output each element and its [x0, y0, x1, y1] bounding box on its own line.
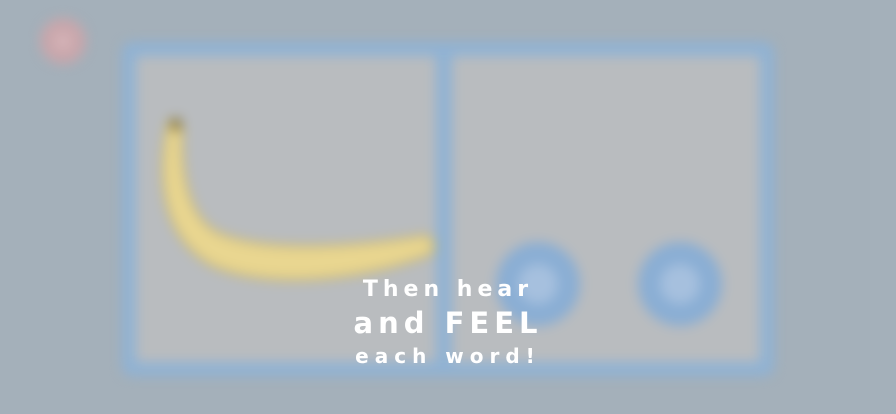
- tutorial-screen: × Then hear and FEEL each word!: [0, 0, 896, 414]
- close-button[interactable]: ×: [40, 18, 86, 64]
- caption-line-2: and FEEL: [353, 306, 543, 340]
- caption-line-1: Then hear: [362, 277, 534, 302]
- tutorial-caption: Then hear and FEEL each word!: [0, 274, 896, 372]
- banana-image: [161, 118, 436, 281]
- caption-line-3: each word!: [355, 344, 541, 368]
- close-icon: ×: [51, 24, 75, 57]
